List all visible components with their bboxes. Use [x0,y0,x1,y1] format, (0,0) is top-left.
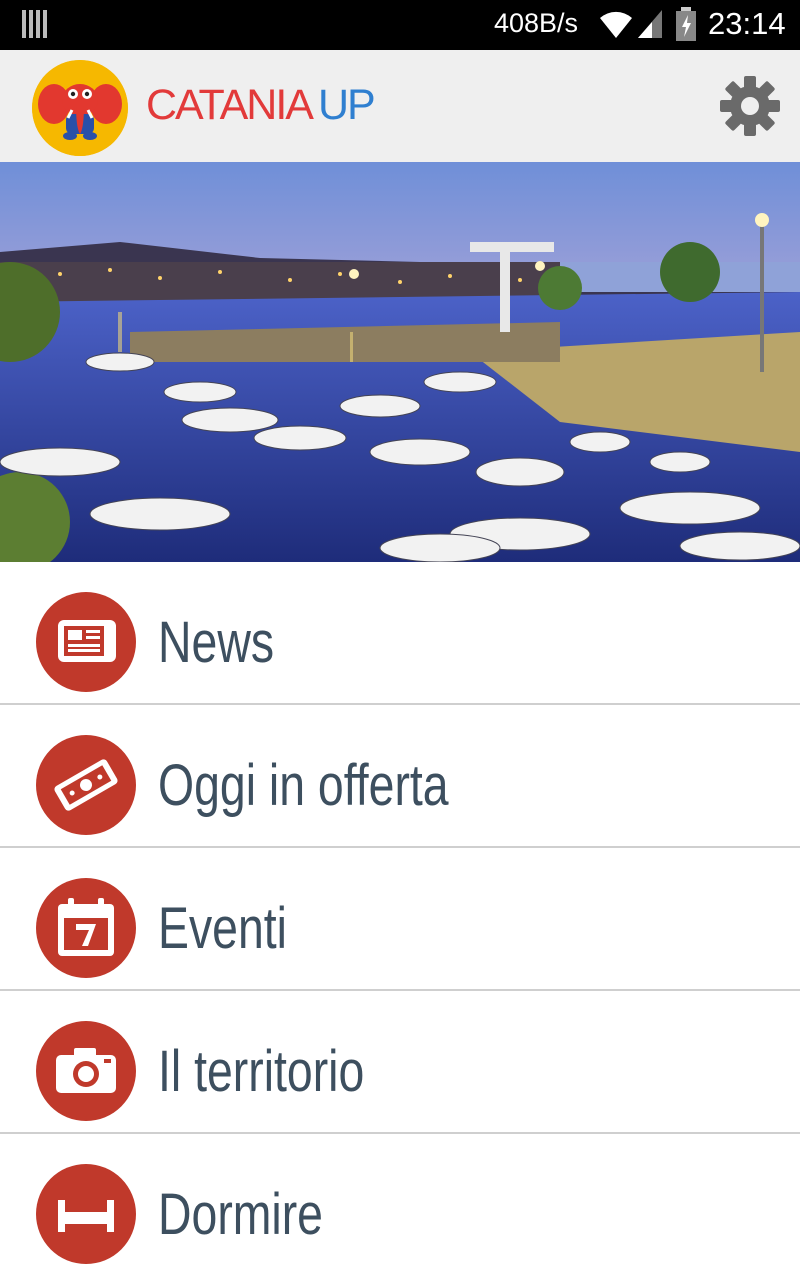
clock: 23:14 [708,6,786,41]
menu-label: News [158,610,275,675]
menu-item-eventi[interactable]: Eventi [0,848,800,991]
menu-label: Il territorio [158,1039,365,1104]
app-title-part1: CATANIA [146,81,314,129]
elephant-logo-icon[interactable] [32,60,128,156]
status-bar: 408B/s 23:14 [0,0,800,50]
camera-icon [36,1021,136,1121]
gear-icon[interactable] [718,74,782,138]
signal-bars-icon [22,10,48,38]
cell-signal-icon [638,10,662,38]
app-title: CATANIA UP [146,80,376,130]
menu-item-dormire[interactable]: Dormire [0,1134,800,1275]
app-title-part2: UP [317,81,376,129]
newspaper-icon [36,592,136,692]
calendar-icon [36,878,136,978]
network-speed: 408B/s [494,8,579,38]
menu-label: Eventi [158,896,287,961]
main-menu: News Oggi in offerta Eventi Il territori… [0,562,800,1275]
menu-item-oggi-in-offerta[interactable]: Oggi in offerta [0,705,800,848]
menu-label: Dormire [158,1182,323,1247]
menu-item-news[interactable]: News [0,562,800,705]
bed-icon [36,1164,136,1264]
menu-label: Oggi in offerta [158,753,449,818]
app-bar: CATANIA UP [0,50,800,164]
wifi-icon [600,11,632,38]
menu-item-il-territorio[interactable]: Il territorio [0,991,800,1134]
ticket-icon [36,735,136,835]
hero-image [0,162,800,562]
battery-icon [676,7,696,41]
